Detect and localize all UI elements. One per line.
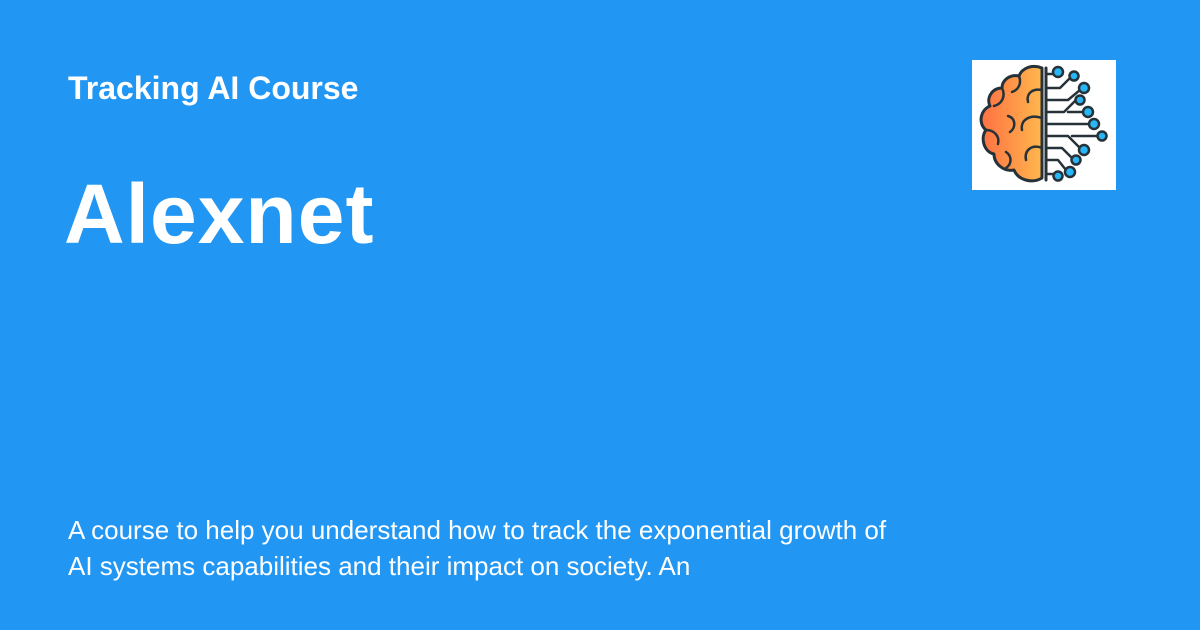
page-title: Alexnet: [64, 167, 375, 261]
og-card: Tracking AI Course Alexnet A course to h…: [0, 0, 1200, 630]
brain-circuit-icon: [979, 64, 1108, 183]
course-name: Tracking AI Course: [68, 70, 359, 106]
logo: [972, 60, 1116, 190]
course-description: A course to help you understand how to t…: [68, 515, 887, 581]
